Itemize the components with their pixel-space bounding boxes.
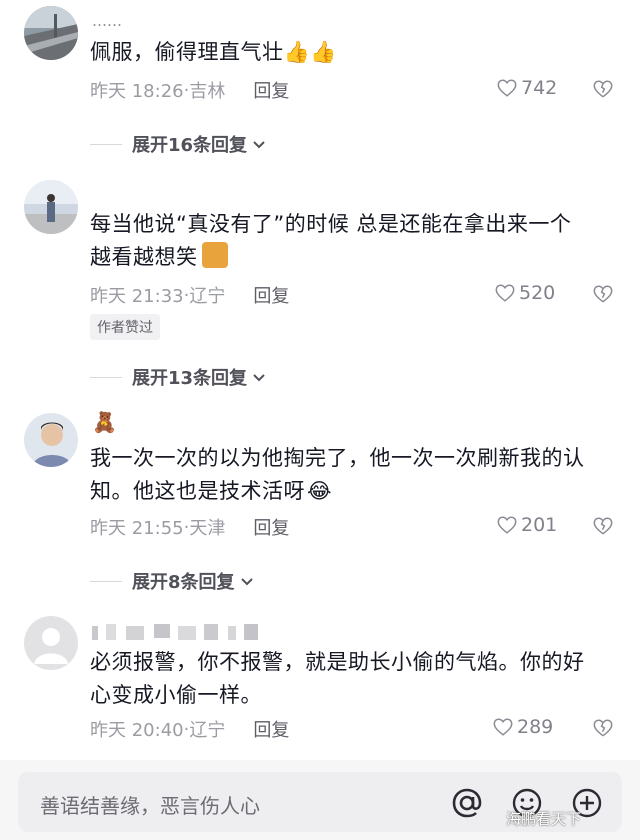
comment-meta: 昨天 20:40 · 辽宁 回复 bbox=[90, 716, 289, 742]
comment-meta: 昨天 21:33 · 辽宁 回复 bbox=[90, 282, 289, 308]
heart-icon bbox=[493, 718, 513, 736]
comment-text: 每当他说“真没有了”的时候 总是还能在拿出来一个 越看越想笑 bbox=[90, 212, 572, 269]
chevron-down-icon bbox=[253, 374, 265, 382]
heart-icon bbox=[497, 516, 517, 534]
like-button[interactable]: 289 bbox=[492, 716, 553, 738]
comment-text: 佩服，偷得理直气壮👍👍 bbox=[90, 40, 337, 64]
divider bbox=[90, 580, 122, 582]
dislike-button[interactable] bbox=[592, 283, 614, 309]
divider bbox=[90, 143, 122, 145]
username[interactable]: …… bbox=[92, 12, 122, 30]
username[interactable]: 🧸 bbox=[92, 410, 117, 434]
comment-location: 辽宁 bbox=[189, 286, 226, 307]
expand-replies-button[interactable]: 展开13条回复 bbox=[90, 364, 267, 390]
heart-icon bbox=[497, 79, 517, 97]
comment-time: 昨天 21:33 bbox=[90, 286, 184, 307]
reply-button[interactable]: 回复 bbox=[253, 282, 289, 308]
like-count: 289 bbox=[517, 716, 554, 738]
comment-meta: 昨天 18:26 · 吉林 回复 bbox=[90, 77, 289, 103]
like-count: 742 bbox=[521, 77, 558, 99]
comment-time: 昨天 20:40 bbox=[90, 720, 184, 741]
like-button[interactable]: 201 bbox=[496, 514, 557, 536]
divider bbox=[90, 376, 122, 378]
comment-text: 必须报警，你不报警，就是助长小偷的气焰。你的好 心变成小偷一样。 bbox=[90, 650, 585, 707]
like-count: 520 bbox=[519, 282, 556, 304]
comment-location: 吉林 bbox=[189, 81, 226, 102]
avatar[interactable] bbox=[24, 6, 78, 60]
comment-time: 昨天 18:26 bbox=[90, 81, 184, 102]
broken-heart-icon bbox=[593, 285, 613, 303]
reply-button[interactable]: 回复 bbox=[253, 716, 289, 742]
expand-replies-button[interactable]: 展开16条回复 bbox=[90, 131, 267, 157]
broken-heart-icon bbox=[593, 517, 613, 535]
heart-icon bbox=[495, 284, 515, 302]
chevron-down-icon bbox=[253, 141, 265, 149]
dislike-button[interactable] bbox=[592, 717, 614, 743]
avatar[interactable] bbox=[24, 616, 78, 670]
like-button[interactable]: 520 bbox=[494, 282, 555, 304]
comment-location: 辽宁 bbox=[189, 720, 226, 741]
like-button[interactable]: 742 bbox=[496, 77, 557, 99]
reply-button[interactable]: 回复 bbox=[253, 514, 289, 540]
comment-time: 昨天 21:55 bbox=[90, 518, 184, 539]
comment-input-placeholder: 善语结善缘，恶言伤人心 bbox=[40, 794, 260, 818]
username-blurred[interactable] bbox=[92, 622, 272, 646]
comment-text: 我一次一次的以为他掏完了，他一次一次刷新我的认 知。他这也是技术活呀😂 bbox=[90, 446, 585, 503]
avatar[interactable] bbox=[24, 413, 78, 467]
comment-meta: 昨天 21:55 · 天津 回复 bbox=[90, 514, 289, 540]
dislike-button[interactable] bbox=[592, 515, 614, 541]
author-liked-badge: 作者赞过 bbox=[90, 314, 160, 340]
laughing-emoji-icon: 😂 bbox=[307, 479, 333, 503]
expand-replies-button[interactable]: 展开8条回复 bbox=[90, 568, 255, 594]
watermark: 海鹏看天下 bbox=[506, 810, 582, 828]
avatar[interactable] bbox=[24, 180, 78, 234]
reply-button[interactable]: 回复 bbox=[253, 77, 289, 103]
like-count: 201 bbox=[521, 514, 558, 536]
cat-sticker-icon bbox=[201, 242, 228, 268]
broken-heart-icon bbox=[593, 80, 613, 98]
at-icon[interactable] bbox=[450, 786, 484, 820]
chevron-down-icon bbox=[240, 578, 253, 586]
comment-location: 天津 bbox=[189, 518, 226, 539]
broken-heart-icon bbox=[593, 719, 613, 737]
dislike-button[interactable] bbox=[592, 78, 614, 104]
